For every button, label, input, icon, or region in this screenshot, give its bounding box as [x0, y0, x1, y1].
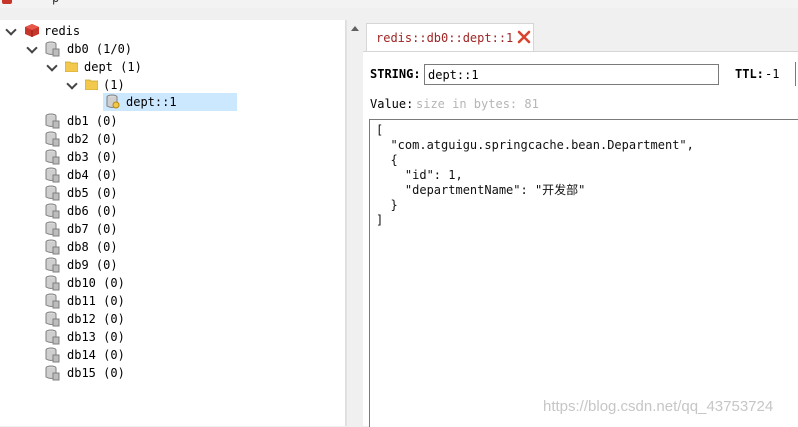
database-icon — [45, 185, 60, 201]
tree-node-label: db0 (1/0) — [67, 42, 133, 56]
tree-node-redis[interactable]: redis — [0, 22, 346, 40]
value-label: Value: — [370, 97, 414, 111]
tree-node-label: db13 (0) — [67, 330, 125, 344]
tree-node-label: db5 (0) — [67, 186, 118, 200]
redis-server-icon — [25, 24, 39, 37]
tree-node-label: db6 (0) — [67, 204, 118, 218]
key-name-input[interactable] — [424, 64, 719, 85]
title-bar-strip: p — [0, 0, 798, 8]
tree-node-dept-folder[interactable]: dept (1) — [0, 58, 346, 76]
tree-node-db2[interactable]: db2 (0) — [0, 130, 346, 148]
tree-node-label: (1) — [103, 78, 125, 92]
ttl-value: -1 — [765, 67, 780, 81]
connection-tree[interactable]: redis db0 (1/0) dept (1) (1) dept::1 db1… — [0, 20, 346, 426]
close-icon[interactable] — [517, 30, 531, 44]
tree-node-key-dept-1[interactable]: dept::1 — [103, 93, 237, 111]
tree-node-db15[interactable]: db15 (0) — [0, 364, 346, 382]
key-icon — [106, 94, 120, 109]
tree-node-label: db14 (0) — [67, 348, 125, 362]
ttl-label: TTL: — [735, 67, 764, 81]
key-editor-panel: redis::db0::dept::1 STRING: TTL: -1 Valu… — [363, 20, 798, 427]
database-icon — [45, 113, 60, 129]
tree-node-db4[interactable]: db4 (0) — [0, 166, 346, 184]
database-icon — [45, 329, 60, 345]
tree-node-db14[interactable]: db14 (0) — [0, 346, 346, 364]
tree-node-db5[interactable]: db5 (0) — [0, 184, 346, 202]
chevron-down-icon[interactable] — [46, 60, 58, 72]
tree-node-db9[interactable]: db9 (0) — [0, 256, 346, 274]
value-text[interactable]: [ "com.atguigu.springcache.bean.Departme… — [376, 123, 694, 228]
tree-node-label: db1 (0) — [67, 114, 118, 128]
folder-icon — [85, 79, 98, 90]
tree-node-db8[interactable]: db8 (0) — [0, 238, 346, 256]
tree-node-label: db9 (0) — [67, 258, 118, 272]
database-icon — [45, 293, 60, 309]
database-icon — [45, 257, 60, 273]
tree-node-label: db11 (0) — [67, 294, 125, 308]
key-type-label: STRING: — [370, 67, 421, 81]
tree-scrollbar[interactable] — [346, 20, 363, 426]
folder-icon — [65, 61, 78, 72]
tree-node-label: dept (1) — [84, 60, 142, 74]
tree-node-db12[interactable]: db12 (0) — [0, 310, 346, 328]
database-icon — [45, 311, 60, 327]
tree-node-db0[interactable]: db0 (1/0) — [0, 40, 346, 58]
value-size-hint: size in bytes: 81 — [416, 97, 539, 111]
tree-node-label: db12 (0) — [67, 312, 125, 326]
database-icon — [45, 365, 60, 381]
tree-node-db7[interactable]: db7 (0) — [0, 220, 346, 238]
scroll-up-arrow-icon[interactable] — [351, 26, 359, 31]
database-icon — [45, 221, 60, 237]
database-icon — [45, 203, 60, 219]
database-icon — [45, 275, 60, 291]
tree-node-label: db10 (0) — [67, 276, 125, 290]
tree-node-db13[interactable]: db13 (0) — [0, 328, 346, 346]
chevron-down-icon[interactable] — [26, 42, 38, 54]
tab-label: redis::db0::dept::1 — [376, 31, 514, 45]
chevron-down-icon[interactable] — [66, 78, 78, 90]
key-details: STRING: TTL: -1 Value: size in bytes: 81… — [363, 51, 798, 427]
database-icon — [45, 239, 60, 255]
tree-node-label: db15 (0) — [67, 366, 125, 380]
tree-node-label: db8 (0) — [67, 240, 118, 254]
database-icon — [45, 131, 60, 147]
value-editor[interactable]: [ "com.atguigu.springcache.bean.Departme… — [369, 119, 798, 427]
tree-node-label: db4 (0) — [67, 168, 118, 182]
tree-node-db3[interactable]: db3 (0) — [0, 148, 346, 166]
tree-node-db6[interactable]: db6 (0) — [0, 202, 346, 220]
tree-node-db11[interactable]: db11 (0) — [0, 292, 346, 310]
tree-node-label: db2 (0) — [67, 132, 118, 146]
database-icon — [45, 347, 60, 363]
tree-node-empty-folder[interactable]: (1) — [0, 76, 346, 94]
tree-node-db10[interactable]: db10 (0) — [0, 274, 346, 292]
tree-node-db1[interactable]: db1 (0) — [0, 112, 346, 130]
tree-node-label: dept::1 — [126, 95, 177, 109]
app-icon — [2, 0, 12, 4]
database-icon — [45, 41, 60, 57]
watermark: https://blog.csdn.net/qq_43753724 — [543, 398, 774, 415]
database-icon — [45, 149, 60, 165]
tree-node-label: db3 (0) — [67, 150, 118, 164]
window-title-fragment: p — [52, 0, 59, 5]
chevron-down-icon[interactable] — [5, 24, 17, 36]
tree-node-label: redis — [44, 24, 81, 38]
tab-key-dept-1[interactable]: redis::db0::dept::1 — [366, 23, 534, 51]
tree-node-label: db7 (0) — [67, 222, 118, 236]
database-icon — [45, 167, 60, 183]
